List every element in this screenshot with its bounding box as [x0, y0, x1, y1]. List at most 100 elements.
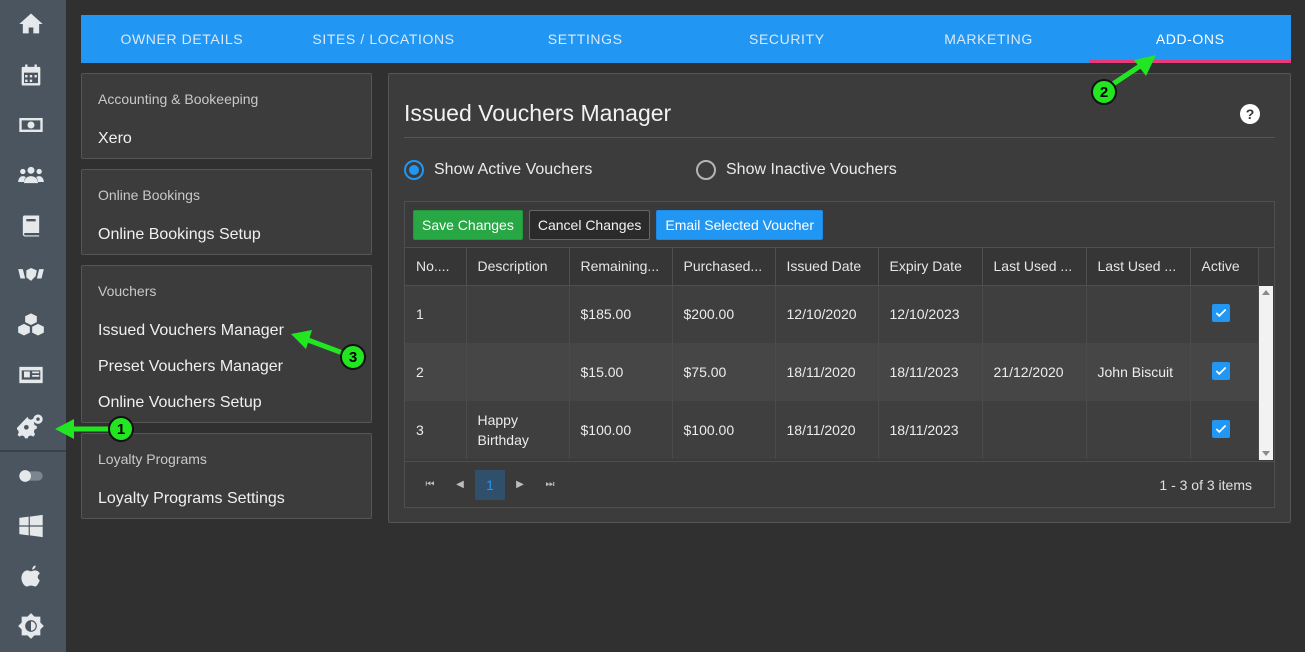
money-icon[interactable]	[13, 107, 49, 143]
tab-marketing[interactable]: MARKETING	[888, 15, 1090, 63]
brightness-icon[interactable]	[13, 608, 49, 644]
tab-security[interactable]: SECURITY	[686, 15, 888, 63]
cell-remaining: $100.00	[569, 401, 673, 459]
email-selected-voucher-button[interactable]: Email Selected Voucher	[656, 209, 823, 240]
cell-last-used-date	[982, 285, 1087, 343]
cell-last-used-date: 21/12/2020	[982, 343, 1087, 401]
cell-active	[1190, 343, 1259, 401]
sidebar-link-online-vouchers-setup[interactable]: Online Vouchers Setup	[82, 394, 278, 412]
vertical-scrollbar[interactable]	[1259, 286, 1273, 460]
cell-description	[466, 343, 570, 401]
panel-heading: Loyalty Programs	[98, 451, 207, 467]
tab-sites-locations[interactable]: SITES / LOCATIONS	[283, 15, 485, 63]
id-card-icon[interactable]	[13, 357, 49, 393]
active-checkbox[interactable]	[1211, 419, 1230, 438]
column-header-remaining[interactable]: Remaining...	[569, 248, 673, 286]
cell-expiry-date: 12/10/2023	[878, 285, 983, 343]
cell-issued-date: 12/10/2020	[775, 285, 879, 343]
panel-accounting: Accounting & Bookeeping Xero	[81, 73, 372, 159]
tab-settings[interactable]: SETTINGS	[484, 15, 686, 63]
column-header-last-used-date[interactable]: Last Used ...	[982, 248, 1087, 286]
panel-loyalty: Loyalty Programs Loyalty Programs Settin…	[81, 433, 372, 519]
annotation-badge-2: 2	[1091, 79, 1117, 105]
table-row[interactable]: 1 $185.00 $200.00 12/10/2020 12/10/2023	[405, 285, 1259, 343]
sidebar-link-loyalty-programs-settings[interactable]: Loyalty Programs Settings	[82, 490, 301, 508]
prev-page-icon[interactable]: ◀	[445, 470, 475, 500]
calendar-icon[interactable]	[13, 57, 49, 93]
column-header-description[interactable]: Description	[466, 248, 570, 286]
active-checkbox[interactable]	[1211, 361, 1230, 380]
top-tab-bar: OWNER DETAILS SITES / LOCATIONS SETTINGS…	[81, 15, 1291, 63]
radio-show-inactive[interactable]: Show Inactive Vouchers	[696, 160, 897, 180]
table-header-row: No.... Description Remaining... Purchase…	[405, 248, 1259, 286]
cell-no: 3	[405, 401, 467, 459]
column-header-no[interactable]: No....	[405, 248, 467, 286]
cell-purchased: $200.00	[672, 285, 776, 343]
cell-active	[1190, 401, 1259, 459]
grid-pager: ⏮ ◀ 1 ▶ ⏭ 1 - 3 of 3 items	[405, 461, 1274, 507]
cell-purchased: $100.00	[672, 401, 776, 459]
cell-issued-date: 18/11/2020	[775, 343, 879, 401]
active-checkbox[interactable]	[1211, 303, 1230, 322]
cell-no: 2	[405, 343, 467, 401]
apple-icon[interactable]	[13, 558, 49, 594]
cancel-changes-button[interactable]: Cancel Changes	[528, 209, 651, 240]
grid-toolbar: Save Changes Cancel Changes Email Select…	[405, 202, 1274, 248]
table-row[interactable]: 2 $15.00 $75.00 18/11/2020 18/11/2023 21…	[405, 343, 1259, 401]
app-root: OWNER DETAILS SITES / LOCATIONS SETTINGS…	[0, 0, 1305, 652]
tab-owner-details[interactable]: OWNER DETAILS	[81, 15, 283, 63]
windows-icon[interactable]	[13, 508, 49, 544]
cell-description	[466, 285, 570, 343]
check-icon	[1215, 424, 1226, 433]
column-header-active[interactable]: Active	[1190, 248, 1259, 286]
scroll-up-icon[interactable]	[1262, 290, 1270, 295]
cell-last-used-by: John Biscuit	[1086, 343, 1191, 401]
cell-remaining: $185.00	[569, 285, 673, 343]
cell-expiry-date: 18/11/2023	[878, 401, 983, 459]
sidebar-link-xero[interactable]: Xero	[82, 130, 148, 148]
cell-remaining: $15.00	[569, 343, 673, 401]
home-icon[interactable]	[13, 6, 49, 42]
column-header-purchased[interactable]: Purchased...	[672, 248, 776, 286]
settings-gears-icon[interactable]	[13, 407, 49, 443]
last-page-icon[interactable]: ⏭	[535, 470, 565, 500]
radio-label: Show Active Vouchers	[434, 161, 593, 178]
annotation-badge-3: 3	[340, 344, 366, 370]
tab-add-ons[interactable]: ADD-ONS	[1089, 15, 1291, 63]
column-header-issued-date[interactable]: Issued Date	[775, 248, 879, 286]
scroll-down-icon[interactable]	[1262, 451, 1270, 456]
panel-heading: Online Bookings	[98, 187, 200, 203]
column-header-expiry-date[interactable]: Expiry Date	[878, 248, 983, 286]
radio-circle-checked[interactable]	[404, 160, 424, 180]
next-page-icon[interactable]: ▶	[505, 470, 535, 500]
help-icon[interactable]: ?	[1240, 104, 1260, 124]
check-icon	[1215, 366, 1226, 375]
save-changes-button[interactable]: Save Changes	[413, 209, 523, 240]
radio-show-active[interactable]: Show Active Vouchers	[404, 160, 592, 180]
page-number-button[interactable]: 1	[475, 469, 505, 500]
toggle-icon[interactable]	[13, 458, 49, 494]
radio-label: Show Inactive Vouchers	[726, 161, 897, 178]
cell-last-used-by	[1086, 401, 1191, 459]
handshake-icon[interactable]	[13, 257, 49, 293]
cell-active	[1190, 285, 1259, 343]
table-row[interactable]: 3 Happy Birthday $100.00 $100.00 18/11/2…	[405, 401, 1259, 459]
panel-vouchers: Vouchers Issued Vouchers Manager Preset …	[81, 265, 372, 423]
boxes-icon[interactable]	[13, 307, 49, 343]
cell-purchased: $75.00	[672, 343, 776, 401]
check-icon	[1215, 308, 1226, 317]
sidebar-link-online-bookings-setup[interactable]: Online Bookings Setup	[82, 226, 277, 244]
cell-last-used-by	[1086, 285, 1191, 343]
cell-last-used-date	[982, 401, 1087, 459]
sidebar-link-issued-vouchers-manager[interactable]: Issued Vouchers Manager	[82, 322, 300, 340]
issued-vouchers-card: Issued Vouchers Manager ? Show Active Vo…	[388, 73, 1291, 523]
cell-issued-date: 18/11/2020	[775, 401, 879, 459]
radio-circle-unchecked[interactable]	[696, 160, 716, 180]
users-icon[interactable]	[13, 157, 49, 193]
rail-divider	[0, 450, 66, 452]
pager-info: 1 - 3 of 3 items	[1159, 476, 1252, 493]
book-icon[interactable]	[13, 208, 49, 244]
first-page-icon[interactable]: ⏮	[415, 470, 445, 500]
sidebar-link-preset-vouchers-manager[interactable]: Preset Vouchers Manager	[82, 358, 299, 376]
column-header-last-used-by[interactable]: Last Used ...	[1086, 248, 1191, 286]
